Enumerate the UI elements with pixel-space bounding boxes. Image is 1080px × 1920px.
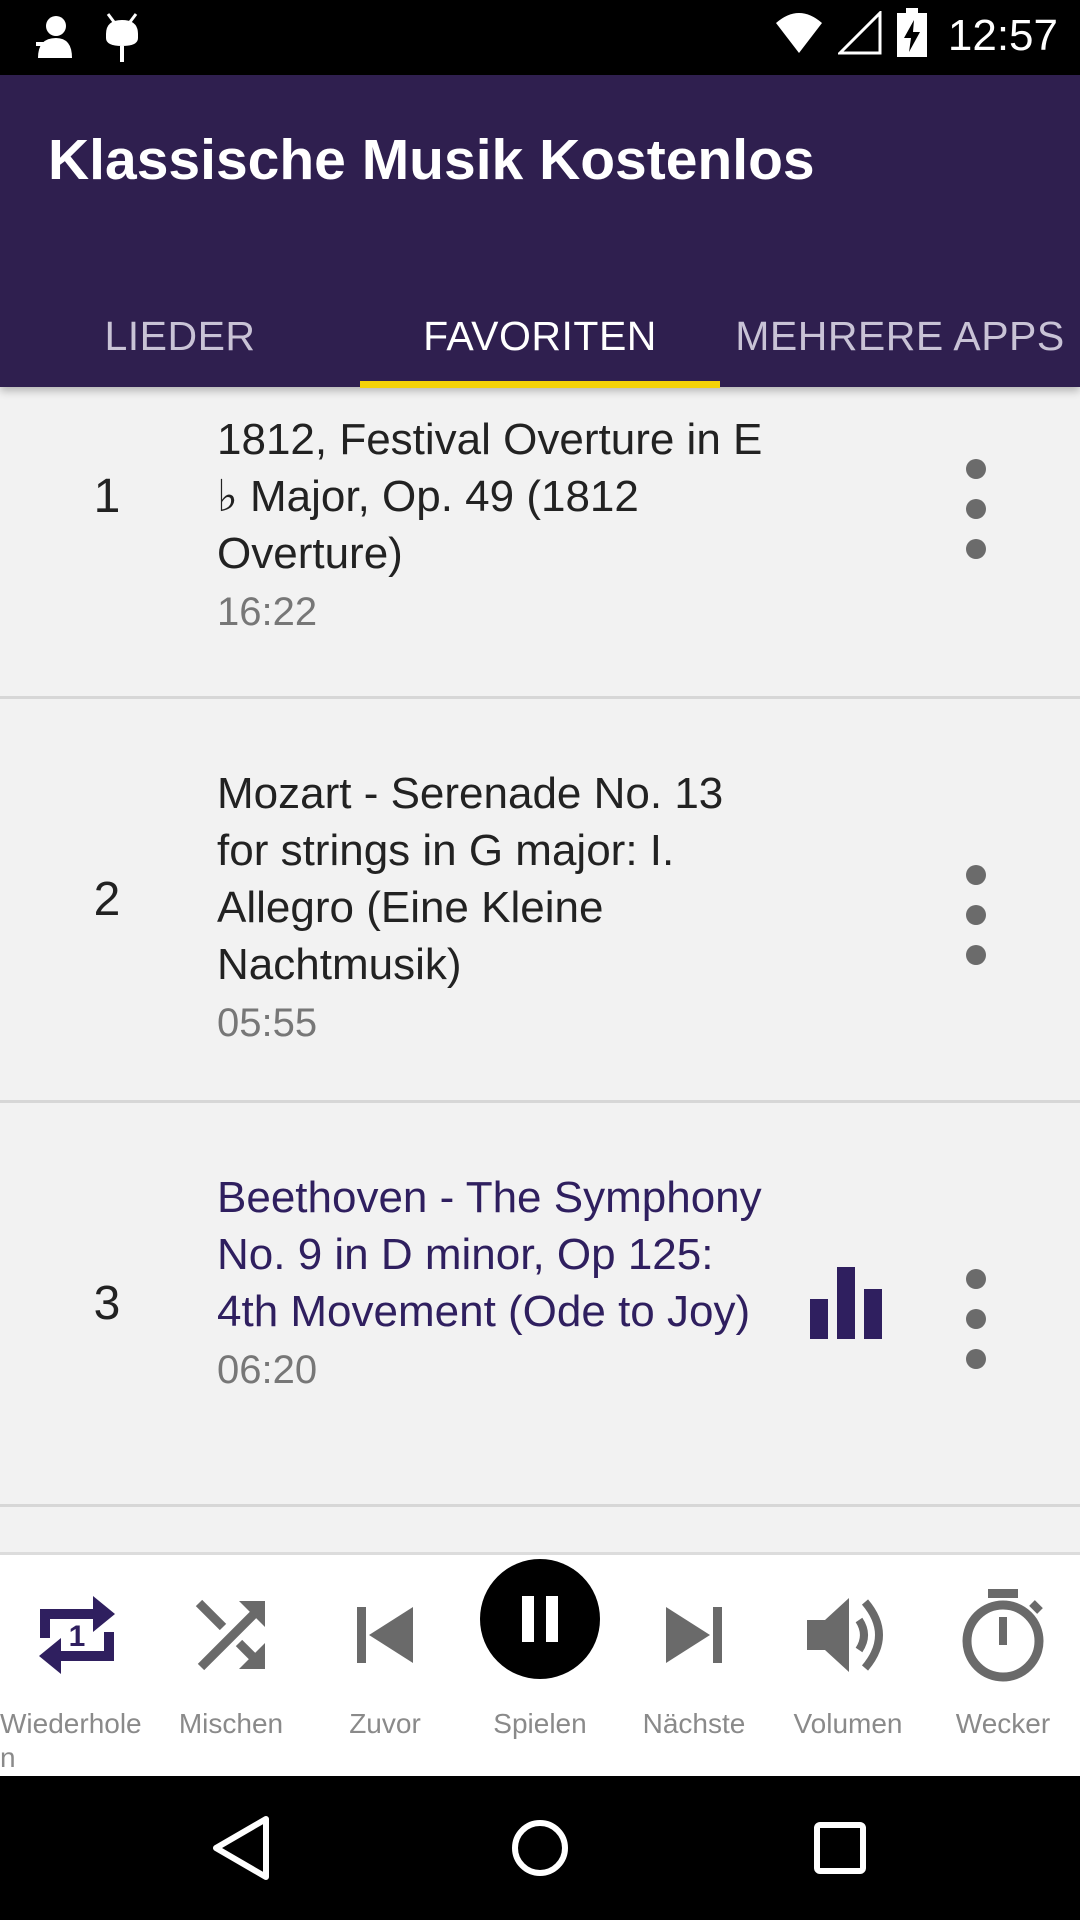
status-time: 12:57 bbox=[947, 10, 1058, 60]
status-bar: 12:57 bbox=[0, 0, 1080, 75]
song-duration: 05:55 bbox=[217, 1001, 318, 1045]
shuffle-icon bbox=[195, 1599, 265, 1671]
app-bar: Klassische Musik Kostenlos LIEDER FAVORI… bbox=[0, 75, 1080, 388]
repeat-one-icon: 1 bbox=[39, 1596, 115, 1674]
song-index: 2 bbox=[93, 873, 121, 926]
repeat-label: Wiederholen bbox=[0, 1708, 142, 1773]
wifi-icon bbox=[774, 11, 824, 60]
home-icon bbox=[512, 1820, 568, 1876]
tab-lieder[interactable]: LIEDER bbox=[0, 285, 360, 387]
home-button[interactable] bbox=[490, 1798, 590, 1898]
back-icon bbox=[213, 1816, 269, 1880]
now-playing-equalizer-icon bbox=[810, 1267, 882, 1339]
repeat-button[interactable]: 1 Wiederholen bbox=[0, 1555, 154, 1779]
timer-label: Wecker bbox=[955, 1708, 1051, 1739]
next-label: Nächste bbox=[642, 1708, 746, 1739]
previous-label: Zuvor bbox=[349, 1708, 421, 1739]
android-debug-icon bbox=[102, 12, 142, 69]
timer-button[interactable]: Wecker bbox=[926, 1555, 1080, 1779]
skip-next-icon bbox=[666, 1607, 722, 1663]
song-index: 1 bbox=[93, 470, 121, 523]
song-duration: 06:20 bbox=[217, 1348, 318, 1392]
shuffle-label: Mischen bbox=[178, 1708, 284, 1739]
battery-charging-icon bbox=[896, 8, 928, 63]
list-item[interactable]: 2 Mozart - Serenade No. 13 for strings i… bbox=[0, 699, 1080, 1103]
timer-icon bbox=[962, 1589, 1044, 1682]
more-options-icon[interactable] bbox=[946, 1269, 1006, 1369]
svg-text:1: 1 bbox=[69, 1620, 86, 1653]
song-index: 3 bbox=[93, 1277, 121, 1330]
skip-previous-icon bbox=[357, 1607, 413, 1663]
signal-icon bbox=[836, 9, 882, 60]
song-title: Beethoven - The Symphony No. 9 in D mino… bbox=[217, 1173, 762, 1336]
song-title: 1812, Festival Overture in E ♭ Major, Op… bbox=[217, 415, 763, 578]
pause-icon bbox=[480, 1559, 600, 1679]
play-pause-button[interactable]: Spielen bbox=[463, 1555, 617, 1779]
tab-bar: LIEDER FAVORITEN MEHRERE APPS bbox=[0, 285, 1080, 387]
back-button[interactable] bbox=[190, 1798, 290, 1898]
tab-indicator bbox=[360, 381, 720, 388]
shuffle-button[interactable]: Mischen bbox=[154, 1555, 308, 1779]
volume-button[interactable]: Volumen bbox=[771, 1555, 925, 1779]
more-options-icon[interactable] bbox=[946, 459, 1006, 559]
list-item-playing[interactable]: 3 Beethoven - The Symphony No. 9 in D mi… bbox=[0, 1103, 1080, 1507]
player-controls: 1 Wiederholen Mischen Zuvor Spielen Näch… bbox=[0, 1552, 1080, 1776]
volume-icon bbox=[807, 1598, 883, 1672]
list-item[interactable]: 1 1812, Festival Overture in E ♭ Major, … bbox=[0, 387, 1080, 699]
song-duration: 16:22 bbox=[217, 590, 318, 634]
song-title: Mozart - Serenade No. 13 for strings in … bbox=[217, 769, 724, 989]
notification-person-icon bbox=[34, 12, 74, 69]
volume-label: Volumen bbox=[793, 1708, 903, 1739]
recents-icon bbox=[814, 1822, 866, 1874]
app-title: Klassische Musik Kostenlos bbox=[48, 128, 815, 192]
previous-button[interactable]: Zuvor bbox=[308, 1555, 462, 1779]
recents-button[interactable] bbox=[790, 1798, 890, 1898]
tab-favoriten[interactable]: FAVORITEN bbox=[360, 285, 720, 387]
list-item[interactable] bbox=[0, 1507, 1080, 1552]
next-button[interactable]: Nächste bbox=[617, 1555, 771, 1779]
song-list[interactable]: 1 1812, Festival Overture in E ♭ Major, … bbox=[0, 387, 1080, 1552]
tab-mehrere-apps[interactable]: MEHRERE APPS bbox=[720, 285, 1080, 387]
play-label: Spielen bbox=[493, 1708, 587, 1739]
navigation-bar bbox=[0, 1776, 1080, 1920]
more-options-icon[interactable] bbox=[946, 865, 1006, 965]
